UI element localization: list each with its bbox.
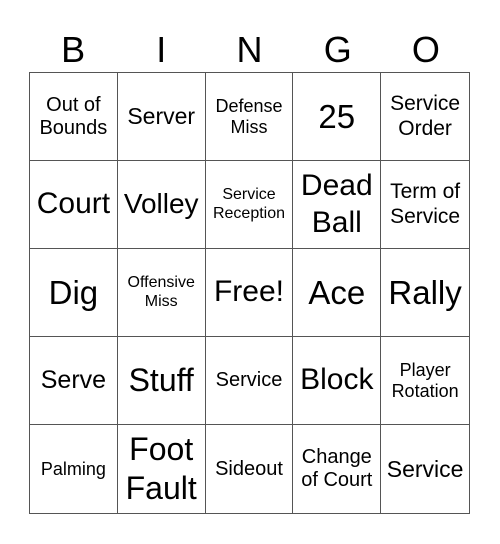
- bingo-cell[interactable]: Serve: [30, 337, 118, 425]
- bingo-cell[interactable]: Term of Service: [381, 161, 469, 249]
- free-space-cell[interactable]: Free!: [205, 249, 294, 337]
- header-letter-o: O: [411, 29, 440, 70]
- bingo-cell[interactable]: Foot Fault: [118, 425, 206, 513]
- bingo-grid: Out of Bounds Server Defense Miss 25 Ser…: [29, 72, 470, 514]
- bingo-cell[interactable]: Rally: [381, 249, 469, 337]
- bingo-cell[interactable]: Change of Court: [293, 425, 382, 513]
- bingo-cell[interactable]: Out of Bounds: [30, 73, 118, 161]
- bingo-cell[interactable]: Offensive Miss: [117, 249, 206, 337]
- bingo-cell[interactable]: Stuff: [117, 337, 206, 425]
- header-letter-b: B: [61, 29, 86, 70]
- bingo-cell[interactable]: Service: [205, 337, 294, 425]
- bingo-cell[interactable]: Service: [381, 425, 469, 513]
- bingo-cell[interactable]: Server: [117, 73, 206, 161]
- bingo-cell[interactable]: Service Order: [381, 73, 469, 161]
- bingo-cell[interactable]: Block: [293, 337, 382, 425]
- bingo-header: B I N G O: [29, 28, 470, 72]
- bingo-cell[interactable]: Dig: [30, 249, 118, 337]
- bingo-cell[interactable]: Ace: [293, 249, 382, 337]
- bingo-cell[interactable]: Sideout: [206, 425, 294, 513]
- bingo-cell[interactable]: Service Reception: [205, 161, 294, 249]
- header-letter-g: G: [323, 29, 352, 70]
- header-letter-i: I: [156, 29, 167, 70]
- bingo-cell[interactable]: Dead Ball: [293, 161, 382, 249]
- header-letter-n: N: [236, 29, 263, 70]
- bingo-cell[interactable]: Palming: [30, 425, 118, 513]
- bingo-cell[interactable]: Volley: [117, 161, 206, 249]
- bingo-cell[interactable]: Court: [30, 161, 118, 249]
- bingo-cell[interactable]: 25: [293, 73, 382, 161]
- bingo-cell[interactable]: Player Rotation: [381, 337, 469, 425]
- bingo-cell[interactable]: Defense Miss: [205, 73, 294, 161]
